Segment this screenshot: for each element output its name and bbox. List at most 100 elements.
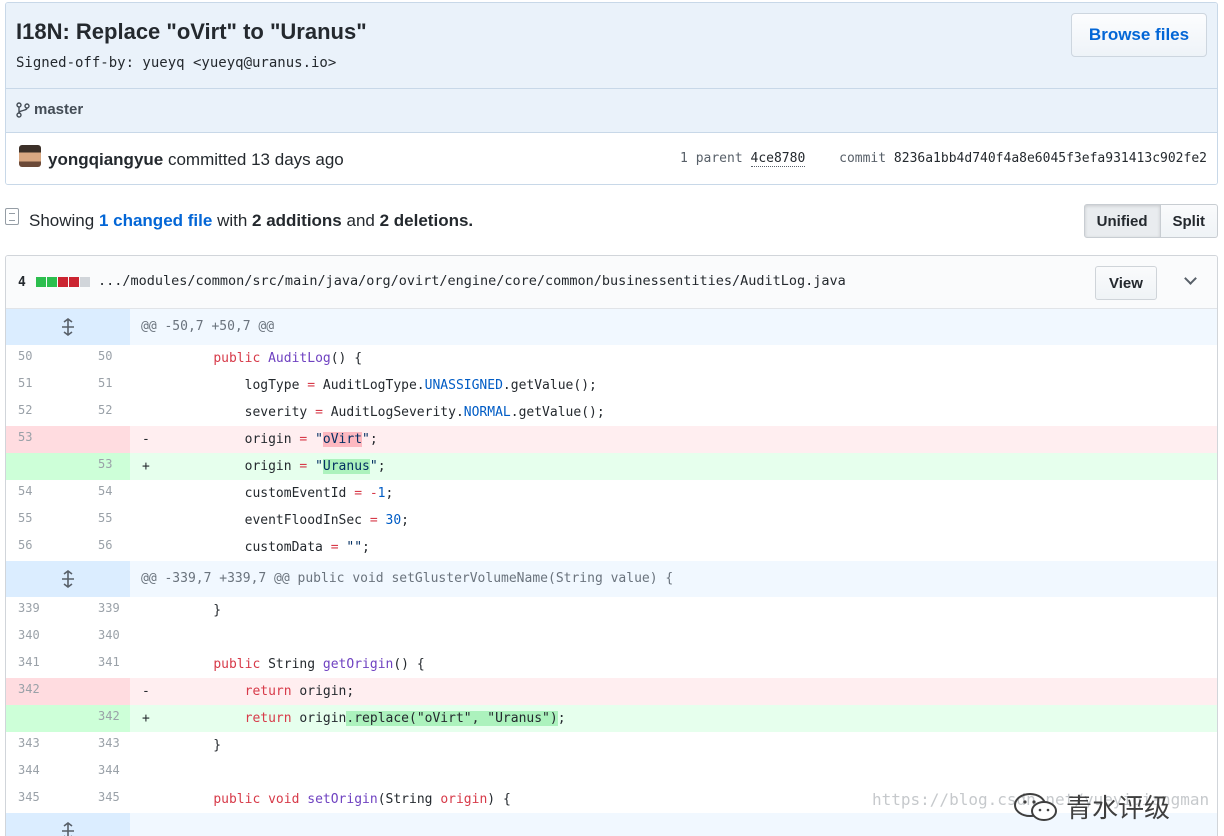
header-divider — [6, 88, 1217, 89]
commit-box: I18N: Replace "oVirt" to "Uranus" Signed… — [5, 2, 1218, 185]
expand-button[interactable] — [6, 813, 130, 836]
chevron-down-icon[interactable] — [1184, 272, 1197, 285]
code-token: AuditLog — [268, 351, 331, 366]
code-line: customEventId = -1; — [182, 480, 394, 507]
diffstat-block — [58, 277, 68, 287]
code-token: = — [330, 540, 339, 555]
old-line-number[interactable] — [6, 453, 68, 480]
old-line-number[interactable]: 342 — [6, 678, 68, 705]
context-line: 56 56 customData = ""; — [6, 534, 1217, 561]
branch-label[interactable]: master — [16, 101, 83, 118]
branch-name: master — [34, 101, 84, 118]
new-line-number[interactable] — [68, 678, 130, 705]
new-line-number[interactable]: 52 — [68, 399, 130, 426]
old-line-number[interactable]: 50 — [6, 345, 68, 372]
code-token: = — [315, 405, 323, 420]
context-line: 51 51 logType = AuditLogType.UNASSIGNED.g… — [6, 372, 1217, 399]
code-token: " — [315, 459, 323, 474]
expand-button[interactable] — [6, 561, 130, 597]
code-token: public — [213, 351, 261, 366]
new-line-number[interactable]: 342 — [68, 705, 130, 732]
code-token: AuditLogSeverity. — [322, 405, 464, 420]
new-line-number[interactable]: 54 — [68, 480, 130, 507]
code-token: = — [369, 513, 378, 528]
diff-marker: - — [142, 684, 150, 699]
code-token: origin — [182, 459, 300, 474]
old-line-number[interactable]: 52 — [6, 399, 68, 426]
new-line-number[interactable]: 53 — [68, 453, 130, 480]
expand-icon — [62, 822, 74, 836]
code-token: origin; — [291, 684, 355, 699]
expand-button[interactable] — [6, 309, 130, 345]
new-line-number[interactable]: 344 — [68, 759, 130, 786]
diff-marker: + — [142, 711, 150, 726]
code-token: ; — [369, 432, 378, 447]
code-token: public — [213, 792, 261, 807]
file-path[interactable]: .../modules/common/src/main/java/org/ovi… — [98, 273, 846, 289]
file-diff-icon — [5, 208, 19, 225]
code-line: origin = "Uranus"; — [182, 453, 386, 480]
added-line: 53 + origin = "Uranus"; — [6, 453, 1217, 480]
code-token: eventFloodInSec — [182, 513, 370, 528]
parent-sha-link[interactable]: 4ce8780 — [750, 151, 806, 167]
new-line-number[interactable] — [68, 426, 130, 453]
old-line-number[interactable] — [6, 705, 68, 732]
new-line-number[interactable]: 51 — [68, 372, 130, 399]
diff-view-toggle: Unified Split — [1083, 204, 1218, 238]
new-line-number[interactable]: 345 — [68, 786, 130, 813]
unified-button[interactable]: Unified — [1083, 204, 1161, 238]
old-line-number[interactable]: 343 — [6, 732, 68, 759]
additions-count: 2 additions — [252, 211, 342, 230]
changed-files-link[interactable]: 1 changed file — [99, 211, 212, 230]
code-token: 30 — [385, 513, 402, 528]
split-button[interactable]: Split — [1160, 204, 1218, 238]
diff-marker: - — [142, 432, 150, 447]
author-link[interactable]: yongqiangyue — [48, 150, 163, 169]
old-line-number[interactable]: 344 — [6, 759, 68, 786]
new-line-number[interactable]: 55 — [68, 507, 130, 534]
commit-label: commit — [839, 151, 887, 166]
old-line-number[interactable]: 339 — [6, 597, 68, 624]
context-line: 340 340 — [6, 624, 1217, 651]
code-line: eventFloodInSec = 30; — [182, 507, 409, 534]
and-text: and — [346, 211, 375, 230]
expand-icon — [62, 318, 74, 336]
code-token: UNASSIGNED — [424, 378, 503, 393]
new-line-number[interactable]: 340 — [68, 624, 130, 651]
new-line-number[interactable]: 50 — [68, 345, 130, 372]
old-line-number[interactable]: 55 — [6, 507, 68, 534]
old-line-number[interactable]: 345 — [6, 786, 68, 813]
diff-marker: + — [142, 459, 150, 474]
code-token: severity — [182, 405, 316, 420]
new-line-number[interactable]: 343 — [68, 732, 130, 759]
old-line-number[interactable]: 340 — [6, 624, 68, 651]
browse-files-button[interactable]: Browse files — [1071, 13, 1207, 57]
code-token: } — [182, 738, 222, 753]
old-line-number[interactable]: 54 — [6, 480, 68, 507]
view-file-button[interactable]: View — [1095, 266, 1157, 300]
toc-bar: Showing 1 changed file with 2 additions … — [5, 204, 1218, 240]
new-line-number[interactable]: 341 — [68, 651, 130, 678]
commit-title: I18N: Replace "oVirt" to "Uranus" — [16, 19, 367, 44]
code-token: void — [268, 792, 300, 807]
code-token: = — [307, 378, 316, 393]
change-count: 4 — [18, 275, 26, 290]
old-line-number[interactable]: 53 — [6, 426, 68, 453]
code-line: public void setOrigin(String origin) { — [182, 786, 510, 813]
code-token: " — [315, 432, 323, 447]
code-line: public AuditLog() { — [182, 345, 362, 372]
avatar[interactable] — [19, 145, 41, 167]
old-line-number[interactable]: 56 — [6, 534, 68, 561]
showing-text: Showing — [29, 211, 95, 230]
old-line-number[interactable]: 51 — [6, 372, 68, 399]
old-line-number[interactable]: 341 — [6, 651, 68, 678]
new-line-number[interactable]: 56 — [68, 534, 130, 561]
context-line: 54 54 customEventId = -1; — [6, 480, 1217, 507]
diff-summary: Showing 1 changed file with 2 additions … — [29, 211, 473, 231]
hunk-header: @@ -339,7 +339,7 @@ public void setGlust… — [6, 561, 1217, 597]
new-line-number[interactable]: 339 — [68, 597, 130, 624]
code-token: () { — [330, 351, 363, 366]
code-token: return — [244, 684, 292, 699]
